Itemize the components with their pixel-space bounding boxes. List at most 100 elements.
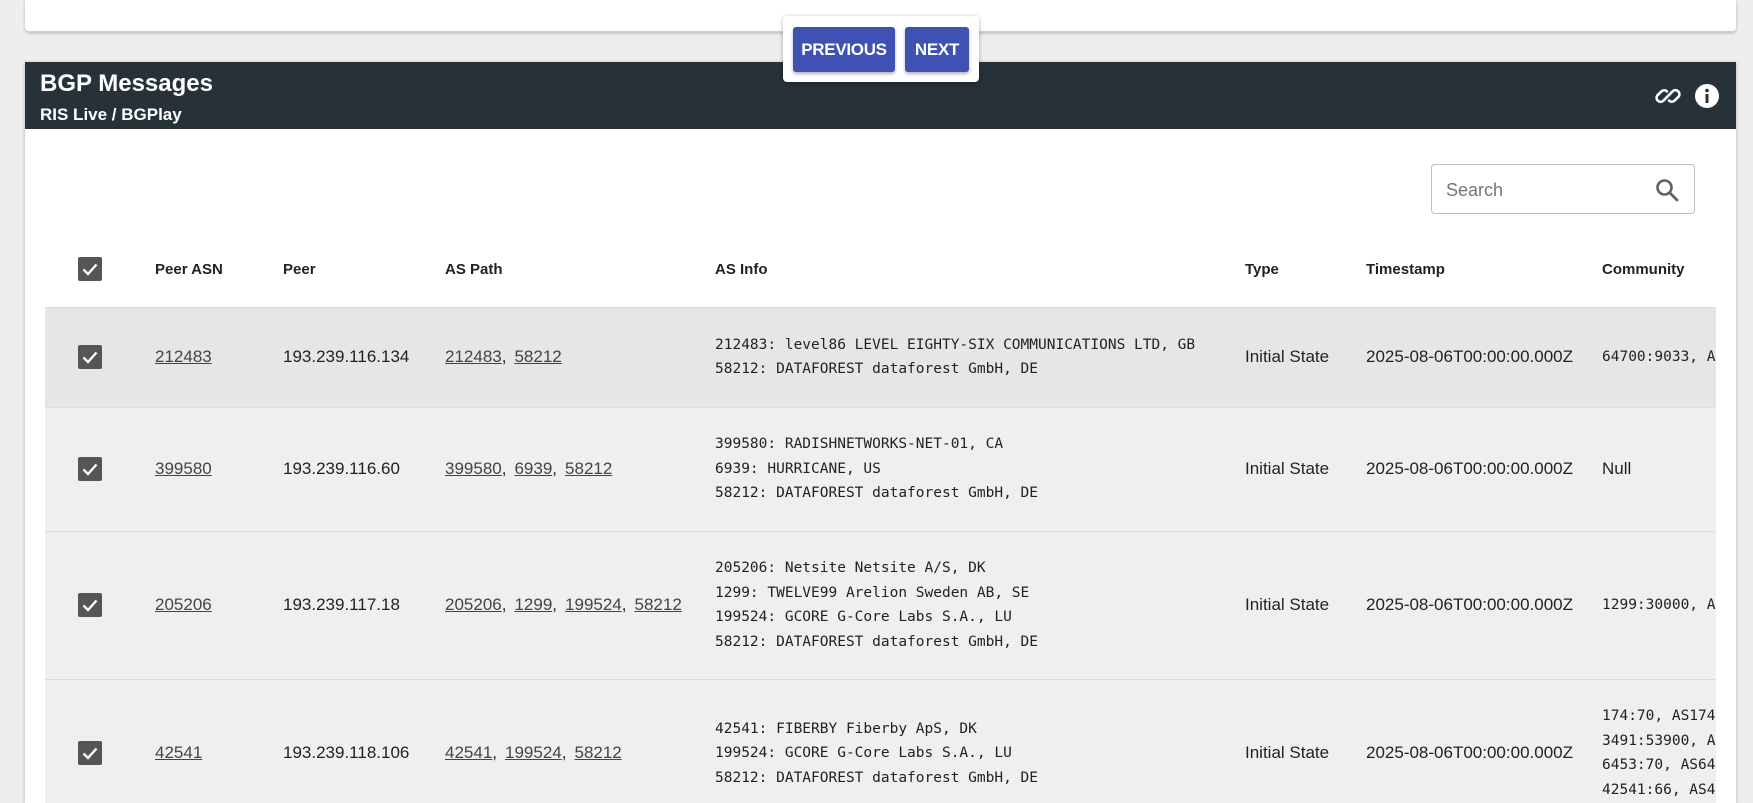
timestamp-cell: 2025-08-06T00:00:00.000Z xyxy=(1366,306,1602,407)
select-all-checkbox[interactable] xyxy=(78,257,102,282)
as-path-link[interactable]: 199524 xyxy=(565,595,622,614)
row-select-cell xyxy=(45,530,155,679)
row-checkbox[interactable] xyxy=(78,345,102,369)
row-select-cell xyxy=(45,306,155,407)
community-line: Null xyxy=(1602,459,1632,478)
as-path-separator: , xyxy=(552,595,558,614)
as-path-link[interactable]: 6939 xyxy=(514,459,552,478)
column-header-type[interactable]: Type xyxy=(1245,232,1366,307)
as-info-line: 58212: DATAFOREST dataforest GmbH, DE xyxy=(715,361,1039,377)
table-row[interactable]: 212483 193.239.116.134 212483, 58212 2124… xyxy=(45,306,1716,407)
peer-asn-cell: 212483 xyxy=(155,306,283,407)
as-info-line: 205206: Netsite Netsite A/S, DK xyxy=(715,560,986,576)
type-cell: Initial State xyxy=(1245,306,1366,407)
as-path-link[interactable]: 58212 xyxy=(574,743,621,762)
table-row[interactable]: 205206 193.239.117.18 205206, 1299, 199524… xyxy=(45,530,1716,679)
info-icon[interactable] xyxy=(1693,82,1721,110)
search-field[interactable] xyxy=(1431,164,1695,214)
as-path-link[interactable]: 199524 xyxy=(505,743,562,762)
peer-asn-link[interactable]: 205206 xyxy=(155,595,212,614)
row-select-cell xyxy=(45,406,155,531)
as-path-separator: , xyxy=(621,595,627,614)
type-cell: Initial State xyxy=(1245,678,1366,803)
community-cell: 64700:9033, A xyxy=(1602,306,1716,407)
row-checkbox[interactable] xyxy=(78,593,102,617)
peer-cell: 193.239.116.60 xyxy=(283,406,445,531)
as-info-cell: 205206: Netsite Netsite A/S, DK 1299: TW… xyxy=(715,530,1245,679)
check-icon xyxy=(82,263,98,276)
bgp-messages-widget: BGP Messages RIS Live / BGPlay Search Pe… xyxy=(25,62,1736,803)
row-checkbox[interactable] xyxy=(78,457,102,481)
as-info-line: 42541: FIBERBY Fiberby ApS, DK xyxy=(715,720,977,737)
table-row[interactable]: 42541 193.239.118.106 42541, 199524, 58212… xyxy=(45,678,1716,803)
peer-cell: 193.239.118.106 xyxy=(283,678,445,803)
row-checkbox[interactable] xyxy=(78,741,102,766)
community-line: 174:70, AS174 xyxy=(1602,708,1716,725)
check-icon xyxy=(82,747,98,760)
type-cell: Initial State xyxy=(1245,530,1366,679)
pagination-controls: PREVIOUS NEXT xyxy=(783,16,979,82)
community-line: 3491:53900, A xyxy=(1602,732,1716,749)
timestamp-cell: 2025-08-06T00:00:00.000Z xyxy=(1366,678,1602,803)
messages-table-container[interactable]: Peer ASN Peer AS Path AS Info Type Times… xyxy=(45,232,1716,803)
community-line: 1299:30000, A xyxy=(1602,596,1716,613)
as-path-link[interactable]: 205206 xyxy=(445,595,502,614)
as-info-cell: 399580: RADISHNETWORKS-NET-01, CA 6939: … xyxy=(715,406,1245,531)
as-path-link[interactable]: 42541 xyxy=(445,743,492,762)
community-cell: 1299:30000, A xyxy=(1602,530,1716,679)
as-path-link[interactable]: 58212 xyxy=(565,459,612,478)
peer-asn-link[interactable]: 212483 xyxy=(155,347,212,366)
column-header-as-info[interactable]: AS Info xyxy=(715,232,1245,307)
as-path-separator: , xyxy=(501,347,507,366)
as-info-cell: 42541: FIBERBY Fiberby ApS, DK 199524: G… xyxy=(715,678,1245,803)
peer-asn-link[interactable]: 42541 xyxy=(155,743,202,762)
as-path-link[interactable]: 212483 xyxy=(445,347,502,366)
previous-button[interactable]: PREVIOUS xyxy=(793,27,895,72)
as-path-cell: 42541, 199524, 58212 xyxy=(445,678,715,803)
as-path-separator: , xyxy=(501,459,507,478)
community-cell: Null xyxy=(1602,406,1716,531)
peer-cell: 193.239.116.134 xyxy=(283,306,445,407)
as-path-cell: 399580, 6939, 58212 xyxy=(445,406,715,531)
as-info-line: 58212: DATAFOREST dataforest GmbH, DE xyxy=(715,485,1039,502)
as-path-link[interactable]: 399580 xyxy=(445,459,502,478)
as-path-separator: , xyxy=(552,459,558,478)
link-icon[interactable] xyxy=(1654,82,1682,110)
select-all-cell xyxy=(45,232,155,307)
peer-asn-cell: 399580 xyxy=(155,406,283,531)
as-path-cell: 205206, 1299, 199524, 58212 xyxy=(445,530,715,679)
as-info-line: 212483: level86 LEVEL EIGHTY-SIX COMMUNI… xyxy=(715,336,1196,353)
as-info-line: 6939: HURRICANE, US xyxy=(715,460,881,477)
table-row[interactable]: 399580 193.239.116.60 399580, 6939, 58212 … xyxy=(45,406,1716,531)
as-info-line: 199524: GCORE G-Core Labs S.A., LU xyxy=(715,609,1012,625)
search-input[interactable] xyxy=(1446,177,1646,203)
column-header-community[interactable]: Community xyxy=(1602,232,1716,307)
next-button[interactable]: NEXT xyxy=(905,27,969,72)
as-info-line: 399580: RADISHNETWORKS-NET-01, CA xyxy=(715,436,1004,453)
community-line: 42541:66, AS4 xyxy=(1602,781,1716,798)
as-info-line: 58212: DATAFOREST dataforest GmbH, DE xyxy=(715,633,1039,650)
check-icon xyxy=(82,599,98,612)
peer-asn-link[interactable]: 399580 xyxy=(155,459,212,478)
as-path-separator: , xyxy=(561,743,567,763)
peer-cell: 193.239.117.18 xyxy=(283,530,445,679)
column-header-timestamp[interactable]: Timestamp xyxy=(1366,232,1602,307)
column-header-peer-asn[interactable]: Peer ASN xyxy=(155,232,283,307)
check-icon xyxy=(82,463,98,476)
peer-asn-cell: 42541 xyxy=(155,678,283,803)
column-header-as-path[interactable]: AS Path xyxy=(445,232,715,307)
timestamp-cell: 2025-08-06T00:00:00.000Z xyxy=(1366,530,1602,679)
as-path-separator: , xyxy=(501,595,507,614)
community-line: 6453:70, AS64 xyxy=(1602,757,1716,774)
as-path-link[interactable]: 1299 xyxy=(514,595,552,614)
type-cell: Initial State xyxy=(1245,406,1366,531)
as-info-line: 199524: GCORE G-Core Labs S.A., LU xyxy=(715,745,1012,761)
check-icon xyxy=(82,351,98,364)
row-select-cell xyxy=(45,678,155,803)
column-header-peer[interactable]: Peer xyxy=(283,232,445,307)
as-path-link[interactable]: 58212 xyxy=(635,595,682,614)
search-icon[interactable] xyxy=(1654,177,1680,203)
as-path-link[interactable]: 58212 xyxy=(514,347,561,366)
community-cell: 174:70, AS174 3491:53900, A 6453:70, AS6… xyxy=(1602,678,1716,803)
peer-asn-cell: 205206 xyxy=(155,530,283,679)
